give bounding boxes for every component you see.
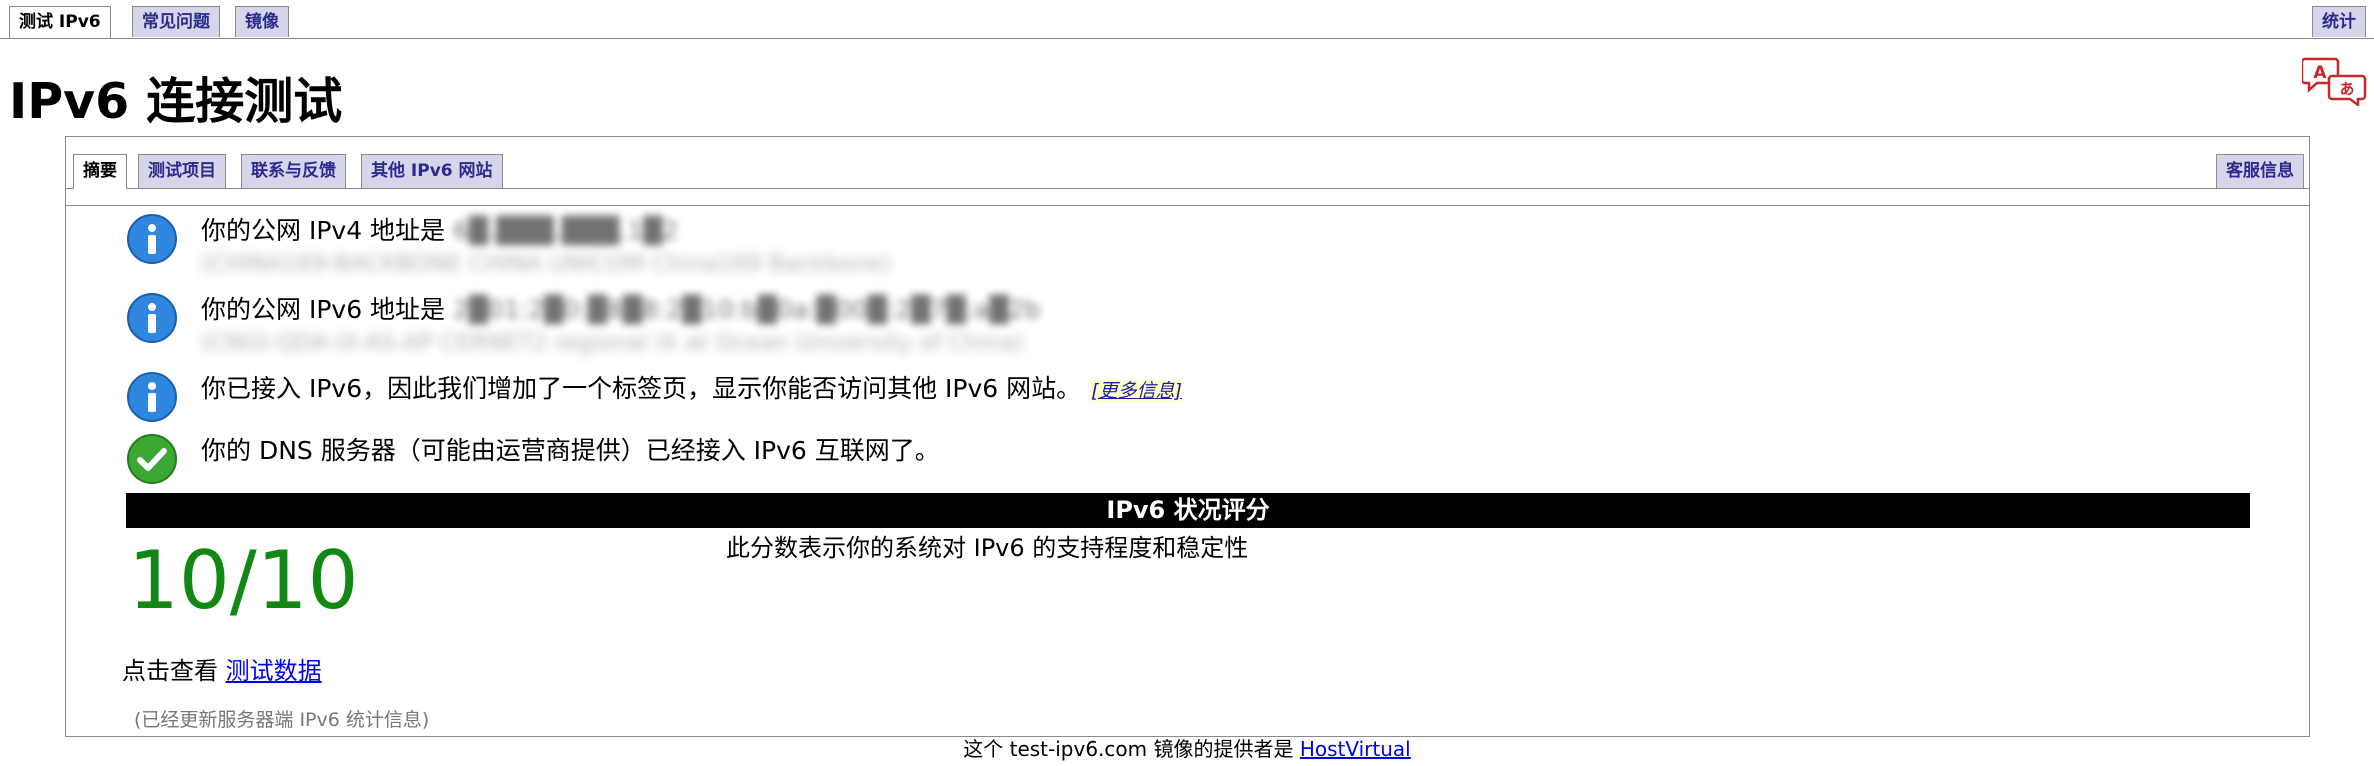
server-stats-note: (已经更新服务器端 IPv6 统计信息) <box>134 709 430 731</box>
info-icon <box>127 214 177 264</box>
view-data-line: 点击查看 测试数据 <box>122 655 322 687</box>
info-icon <box>127 372 177 422</box>
ipv4-address: 6█.███.███.1█2 <box>453 216 679 245</box>
score-description: 此分数表示你的系统对 IPv6 的支持程度和稳定性 <box>726 534 1249 562</box>
view-data-label: 点击查看 <box>122 657 218 685</box>
tab-other-ipv6-sites[interactable]: 其他 IPv6 网站 <box>361 154 503 188</box>
page-title: IPv6 连接测试 <box>9 73 343 130</box>
tab-added-message: 你已接入 IPv6，因此我们增加了一个标签页，显示你能否访问其他 IPv6 网站… <box>201 374 1082 403</box>
more-info-link[interactable]: [更多信息] <box>1091 380 1182 402</box>
test-data-link[interactable]: 测试数据 <box>226 657 322 685</box>
tab-tests[interactable]: 测试项目 <box>138 154 226 188</box>
score-value: 10/10 <box>128 534 359 627</box>
ipv6-text: 你的公网 IPv6 地址是 2█01:2█0:█8█8:2█10:b█0a:█0… <box>201 294 1040 326</box>
svg-text:A: A <box>2313 63 2327 83</box>
tab-test-ipv6[interactable]: 测试 IPv6 <box>9 6 111 38</box>
translate-icon[interactable]: A あ <box>2302 56 2368 106</box>
tab-summary[interactable]: 摘要 <box>73 154 127 189</box>
ipv6-isp: (CNGI-QDA-IX-AS-AP CERNET2 regional IX a… <box>201 330 1024 356</box>
top-tab-bar: 测试 IPv6 常见问题 镜像 统计 <box>0 0 2374 39</box>
score-header: IPv6 状况评分 <box>126 493 2250 528</box>
svg-text:あ: あ <box>2339 80 2354 98</box>
ipv4-text: 你的公网 IPv4 地址是 6█.███.███.1█2 <box>201 215 678 247</box>
tab-support-info[interactable]: 客服信息 <box>2216 154 2304 188</box>
footer-text: 这个 test-ipv6.com 镜像的提供者是 <box>963 737 1294 761</box>
info-icon <box>127 293 177 343</box>
tab-mirror[interactable]: 镜像 <box>235 6 289 37</box>
dns-message: 你的 DNS 服务器（可能由运营商提供）已经接入 IPv6 互联网了。 <box>201 436 940 465</box>
tab-contact[interactable]: 联系与反馈 <box>241 154 346 188</box>
ipv4-label: 你的公网 IPv4 地址是 <box>201 216 446 245</box>
ipv6-label: 你的公网 IPv6 地址是 <box>201 295 446 324</box>
checkmark-icon <box>127 434 177 484</box>
tab-stats[interactable]: 统计 <box>2312 6 2366 37</box>
ipv6-tab-added-text: 你已接入 IPv6，因此我们增加了一个标签页，显示你能否访问其他 IPv6 网站… <box>201 373 1182 407</box>
tab-faq[interactable]: 常见问题 <box>132 6 220 37</box>
footer: 这个 test-ipv6.com 镜像的提供者是 HostVirtual <box>0 735 2374 763</box>
main-frame: 摘要 测试项目 联系与反馈 其他 IPv6 网站 客服信息 你的公网 IPv4 … <box>65 136 2310 737</box>
hostvirtual-link[interactable]: HostVirtual <box>1300 737 1411 761</box>
ipv6-address: 2█01:2█0:█8█8:2█10:b█0a:█00█:2█7█:a█2b <box>453 295 1041 324</box>
ipv4-isp: (CHINA169-BACKBONE CHINA UNICOM China169… <box>201 251 891 277</box>
divider <box>66 205 2309 206</box>
sub-tab-bar: 摘要 测试项目 联系与反馈 其他 IPv6 网站 客服信息 <box>66 137 2309 189</box>
